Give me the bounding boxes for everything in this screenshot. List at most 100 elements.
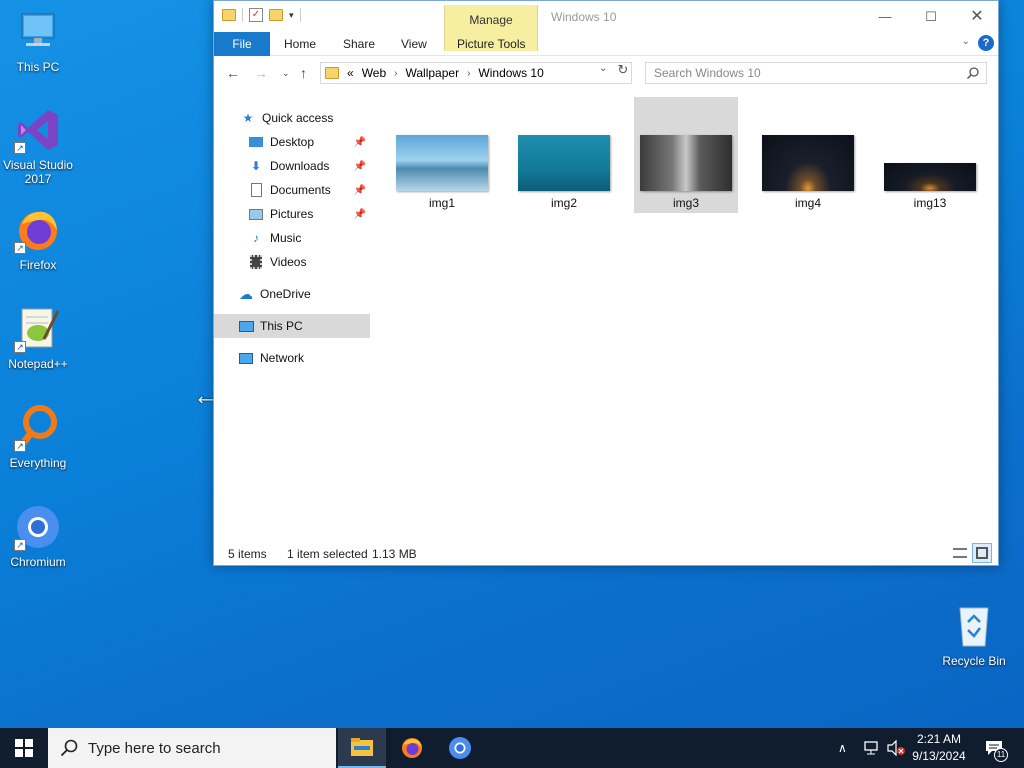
file-item[interactable]: img1 (390, 97, 494, 213)
breadcrumb-web[interactable]: Web (362, 66, 386, 80)
breadcrumb-windows-10[interactable]: Windows 10 (478, 66, 543, 80)
desktop-icon-label: This PC (16, 60, 60, 74)
breadcrumb-separator-icon[interactable]: › (394, 68, 397, 79)
minimize-button[interactable]: — (862, 1, 908, 32)
nav-quick-access[interactable]: ★ Quick access (214, 106, 370, 130)
nav-this-pc[interactable]: This PC (214, 314, 370, 338)
file-explorer-icon (351, 738, 373, 756)
address-history-chevron-icon[interactable]: ⌄ (599, 63, 607, 74)
nav-videos[interactable]: Videos (214, 250, 370, 274)
chromium-icon: ↗ (14, 503, 62, 551)
search-input[interactable]: Search Windows 10 (645, 62, 987, 84)
up-arrow-icon[interactable]: ↑ (300, 65, 307, 81)
breadcrumb-separator-icon[interactable]: › (467, 68, 470, 79)
close-icon: ✕ (970, 8, 984, 25)
nav-label: This PC (260, 319, 303, 333)
nav-onedrive[interactable]: ☁ OneDrive (214, 282, 370, 306)
nav-downloads[interactable]: ⬇ Downloads 📌 (214, 154, 370, 178)
file-item[interactable]: img13 (878, 97, 982, 213)
minimize-icon: — (878, 9, 892, 24)
help-icon[interactable]: ? (978, 35, 994, 51)
desktop-icon-label: Everything (9, 456, 67, 470)
window-title: Windows 10 (551, 10, 617, 24)
desktop-icon-notepad-plus-plus[interactable]: ↗ Notepad++ (0, 305, 76, 371)
file-item-selected[interactable]: img3 (634, 97, 738, 213)
tab-view[interactable]: View (401, 32, 427, 56)
taskbar-file-explorer[interactable] (338, 728, 386, 768)
tab-share[interactable]: Share (343, 32, 375, 56)
notepad-plus-plus-icon: ↗ (14, 305, 62, 353)
title-bar[interactable]: ✓ ▾ Manage Windows 10 — ☐ ✕ (214, 1, 1000, 51)
notification-center-button[interactable]: 11 (982, 728, 1008, 768)
download-icon: ⬇ (250, 159, 262, 173)
nav-pictures[interactable]: Pictures 📌 (214, 202, 370, 226)
back-arrow-icon[interactable]: ← (226, 65, 240, 81)
breadcrumb-wallpaper[interactable]: Wallpaper (406, 66, 460, 80)
address-row: ← → ⌄ ↑ « Web › Wallpaper › Windows 10 ⌄… (214, 57, 998, 89)
pin-icon[interactable]: 📌 (354, 161, 366, 172)
large-icons-view-icon (976, 547, 988, 559)
expand-ribbon-chevron-icon[interactable]: ⌄ (962, 36, 970, 47)
file-name: img1 (428, 196, 455, 210)
taskbar-chromium[interactable] (436, 728, 484, 768)
shortcut-arrow-icon: ↗ (14, 341, 26, 353)
taskbar-firefox[interactable] (388, 728, 436, 768)
nav-documents[interactable]: Documents 📌 (214, 178, 370, 202)
navigation-pane: ★ Quick access Desktop 📌 ⬇ Downloads 📌 D… (214, 97, 372, 537)
nav-music[interactable]: ♪ Music (214, 226, 370, 250)
show-hidden-icons-chevron-icon[interactable]: ∧ (838, 728, 847, 768)
network-icon (238, 350, 254, 366)
file-name: img13 (913, 196, 947, 210)
desktop-icon-everything[interactable]: ↗ Everything (0, 404, 76, 470)
clock-date: 9/13/2024 (912, 749, 966, 763)
firefox-icon (402, 738, 422, 758)
large-icons-view-button[interactable] (972, 543, 992, 563)
file-name: img2 (550, 196, 577, 210)
maximize-button[interactable]: ☐ (908, 1, 954, 32)
nav-label: OneDrive (260, 287, 311, 301)
address-bar[interactable]: « Web › Wallpaper › Windows 10 (320, 62, 632, 84)
tab-picture-tools[interactable]: Picture Tools (457, 32, 525, 56)
tab-home[interactable]: Home (284, 32, 316, 56)
file-item[interactable]: img4 (756, 97, 860, 213)
shortcut-arrow-icon: ↗ (14, 242, 26, 254)
desktop-icon-chromium[interactable]: ↗ Chromium (0, 503, 76, 569)
desktop-icon-recycle-bin[interactable]: Recycle Bin (936, 602, 1012, 668)
recent-locations-chevron-icon[interactable]: ⌄ (282, 68, 290, 79)
customize-toolbar-chevron-icon[interactable]: ▾ (289, 10, 294, 21)
new-folder-icon[interactable] (269, 9, 283, 21)
desktop-icon-visual-studio[interactable]: ↗ Visual Studio 2017 (0, 106, 76, 186)
document-icon (248, 182, 264, 198)
details-view-button[interactable] (950, 543, 970, 563)
nav-label: Downloads (270, 159, 330, 173)
nav-label: Documents (270, 183, 331, 197)
desktop-icon-label: Visual Studio 2017 (3, 158, 73, 186)
nav-network[interactable]: Network (214, 346, 370, 370)
windows-logo-icon (15, 739, 33, 757)
selection-count: 1 item selected (287, 547, 368, 561)
refresh-icon[interactable]: ↻ (614, 61, 632, 79)
file-item[interactable]: img2 (512, 97, 616, 213)
start-button[interactable] (0, 728, 48, 768)
pin-icon[interactable]: 📌 (354, 209, 366, 220)
desktop-icon-firefox[interactable]: ↗ Firefox (0, 206, 76, 272)
manage-label: Manage (469, 13, 513, 27)
pin-icon[interactable]: 📌 (354, 185, 366, 196)
properties-icon[interactable]: ✓ (249, 8, 263, 22)
selection-size: 1.13 MB (372, 547, 417, 561)
system-clock[interactable]: 2:21 AM 9/13/2024 (900, 731, 978, 765)
search-icon[interactable] (966, 66, 980, 80)
close-button[interactable]: ✕ (954, 1, 1000, 32)
breadcrumb-overflow[interactable]: « (347, 66, 354, 80)
pin-icon[interactable]: 📌 (354, 137, 366, 148)
tab-file[interactable]: File (214, 32, 270, 56)
desktop-icon-this-pc[interactable]: This PC (0, 8, 76, 74)
details-view-icon (953, 548, 967, 558)
pictures-icon (248, 206, 264, 222)
desktop-icon-label: Chromium (10, 555, 66, 569)
shortcut-arrow-icon: ↗ (14, 539, 26, 551)
network-icon[interactable] (862, 728, 880, 768)
forward-arrow-icon[interactable]: → (254, 65, 268, 81)
nav-desktop[interactable]: Desktop 📌 (214, 130, 370, 154)
taskbar-search-box[interactable]: Type here to search (48, 728, 336, 768)
